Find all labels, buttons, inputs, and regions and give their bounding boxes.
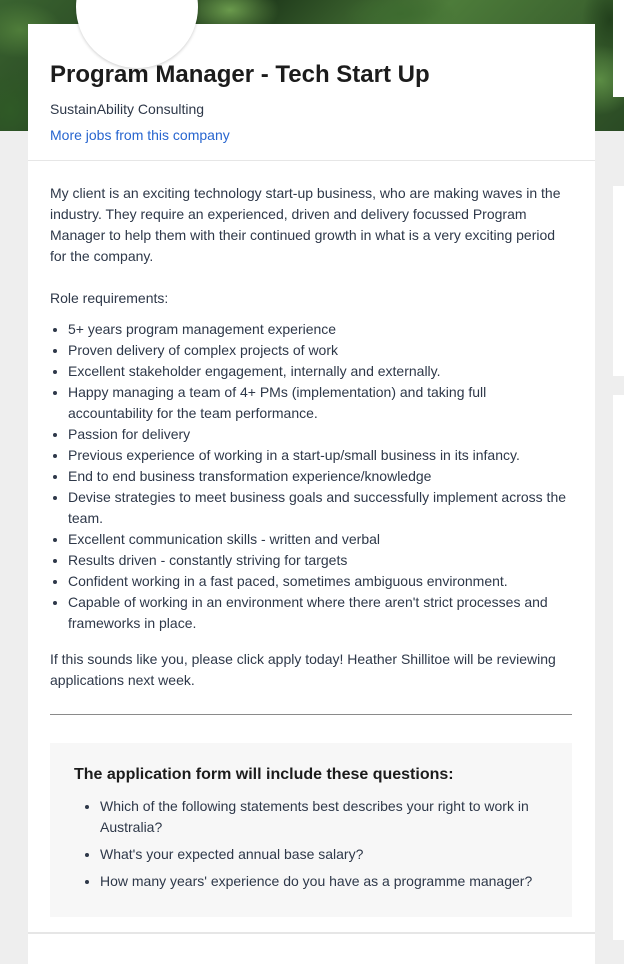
divider	[28, 932, 595, 934]
requirement-item: Excellent communication skills - written…	[68, 529, 572, 550]
requirement-item: Proven delivery of complex projects of w…	[68, 340, 572, 361]
application-questions-title: The application form will include these …	[74, 766, 454, 783]
question-item: Which of the following statements best d…	[100, 796, 580, 838]
requirement-item: Capable of working in an environment whe…	[68, 592, 572, 634]
question-item: How many years' experience do you have a…	[100, 871, 580, 892]
job-details-card: Program Manager - Tech Start Up SustainA…	[28, 0, 595, 964]
more-jobs-link[interactable]: More jobs from this company	[50, 127, 230, 143]
requirement-item: Devise strategies to meet business goals…	[68, 487, 572, 529]
company-name: SustainAbility Consulting	[50, 101, 205, 117]
requirement-item: Happy managing a team of 4+ PMs (impleme…	[68, 382, 572, 424]
divider	[28, 160, 595, 161]
side-panel	[613, 395, 624, 940]
company-logo	[76, 0, 198, 68]
requirement-item: Passion for delivery	[68, 424, 572, 445]
question-item: What's your expected annual base salary?	[100, 844, 580, 865]
side-panel	[613, 0, 624, 97]
application-questions-panel: The application form will include these …	[50, 743, 572, 917]
description-intro: My client is an exciting technology star…	[50, 185, 561, 264]
section-divider	[50, 714, 572, 715]
requirement-item: End to end business transformation exper…	[68, 466, 572, 487]
description-closing: If this sounds like you, please click ap…	[50, 651, 556, 688]
requirements-list: 5+ years program management experience P…	[50, 319, 572, 634]
side-panel	[613, 186, 624, 376]
requirement-item: Excellent stakeholder engagement, intern…	[68, 361, 572, 382]
requirement-item: 5+ years program management experience	[68, 319, 572, 340]
requirements-heading: Role requirements:	[50, 290, 169, 306]
job-description: My client is an exciting technology star…	[50, 183, 572, 691]
requirement-item: Results driven - constantly striving for…	[68, 550, 572, 571]
job-title: Program Manager - Tech Start Up	[50, 61, 430, 88]
requirement-item: Previous experience of working in a star…	[68, 445, 572, 466]
requirement-item: Confident working in a fast paced, somet…	[68, 571, 572, 592]
application-questions-list: Which of the following statements best d…	[74, 796, 580, 898]
